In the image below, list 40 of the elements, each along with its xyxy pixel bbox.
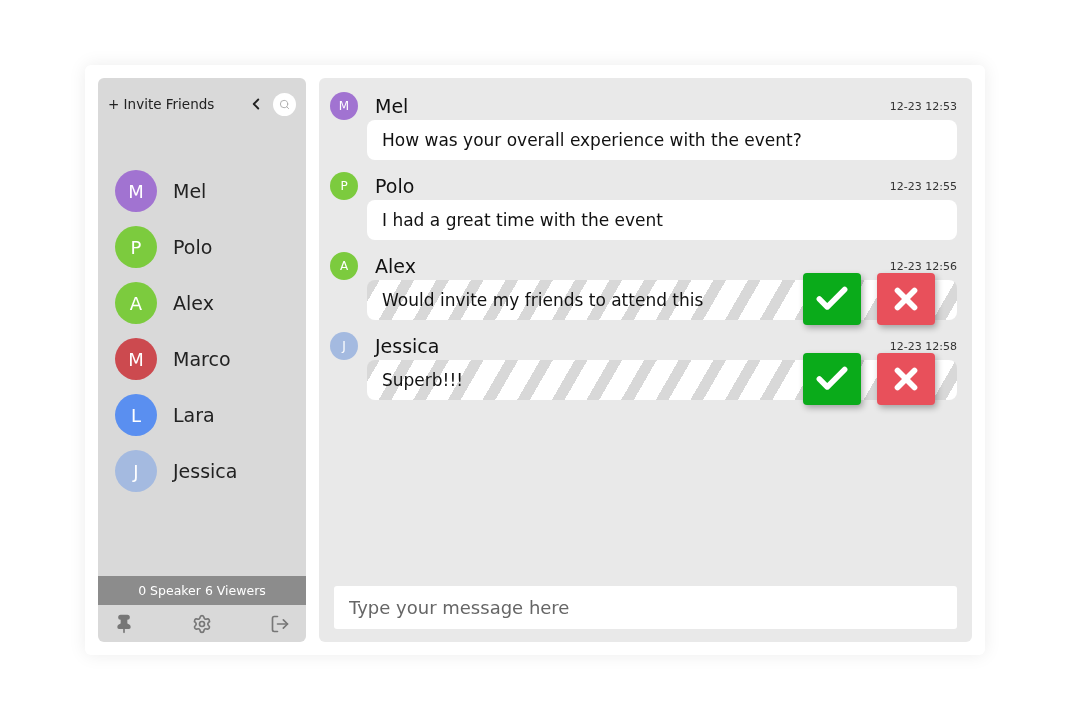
sender-name: Polo — [375, 175, 416, 197]
avatar: M — [115, 338, 157, 380]
reject-button[interactable] — [877, 353, 935, 405]
avatar: M — [115, 170, 157, 212]
invite-friends-link[interactable]: + Invite Friends — [108, 96, 247, 112]
contact-name[interactable]: Marco — [173, 348, 231, 370]
settings-icon[interactable] — [192, 613, 212, 634]
contact-name[interactable]: Alex — [173, 292, 214, 314]
contact-name[interactable]: Lara — [173, 404, 215, 426]
sender-name: Alex — [375, 255, 417, 277]
sender-name: Jessica — [375, 335, 441, 357]
timestamp: 12-23 12:55 — [889, 179, 957, 193]
message-text: Superb!!! — [382, 370, 464, 390]
avatar: J — [115, 450, 157, 492]
message-text: How was your overall experience with the event? — [382, 130, 802, 150]
avatar: M — [330, 92, 358, 120]
contact-name[interactable]: Jessica — [173, 460, 238, 482]
avatar: L — [115, 394, 157, 436]
message-text: I had a great time with the event — [382, 210, 663, 230]
reject-button[interactable] — [877, 273, 935, 325]
avatar: P — [330, 172, 358, 200]
timestamp: 12-23 12:53 — [889, 99, 957, 113]
viewer-count: 0 Speaker 6 Viewers — [98, 576, 306, 605]
approve-button[interactable] — [803, 353, 861, 405]
avatar: A — [330, 252, 358, 280]
pin-icon[interactable] — [114, 613, 134, 634]
search-button[interactable] — [273, 92, 296, 116]
contact-name[interactable]: Mel — [173, 180, 207, 202]
contact-name[interactable]: Polo — [173, 236, 213, 258]
avatar: A — [115, 282, 157, 324]
avatar: P — [115, 226, 157, 268]
message-text: Would invite my friends to attend this — [382, 290, 704, 310]
message-input[interactable]: Type your message here — [334, 586, 957, 629]
sender-name: Mel — [375, 95, 410, 117]
timestamp: 12-23 12:58 — [889, 339, 957, 353]
exit-icon[interactable] — [270, 613, 290, 634]
approve-button[interactable] — [803, 273, 861, 325]
search-icon — [279, 98, 290, 110]
timestamp: 12-23 12:56 — [889, 259, 957, 273]
avatar: J — [330, 332, 358, 360]
